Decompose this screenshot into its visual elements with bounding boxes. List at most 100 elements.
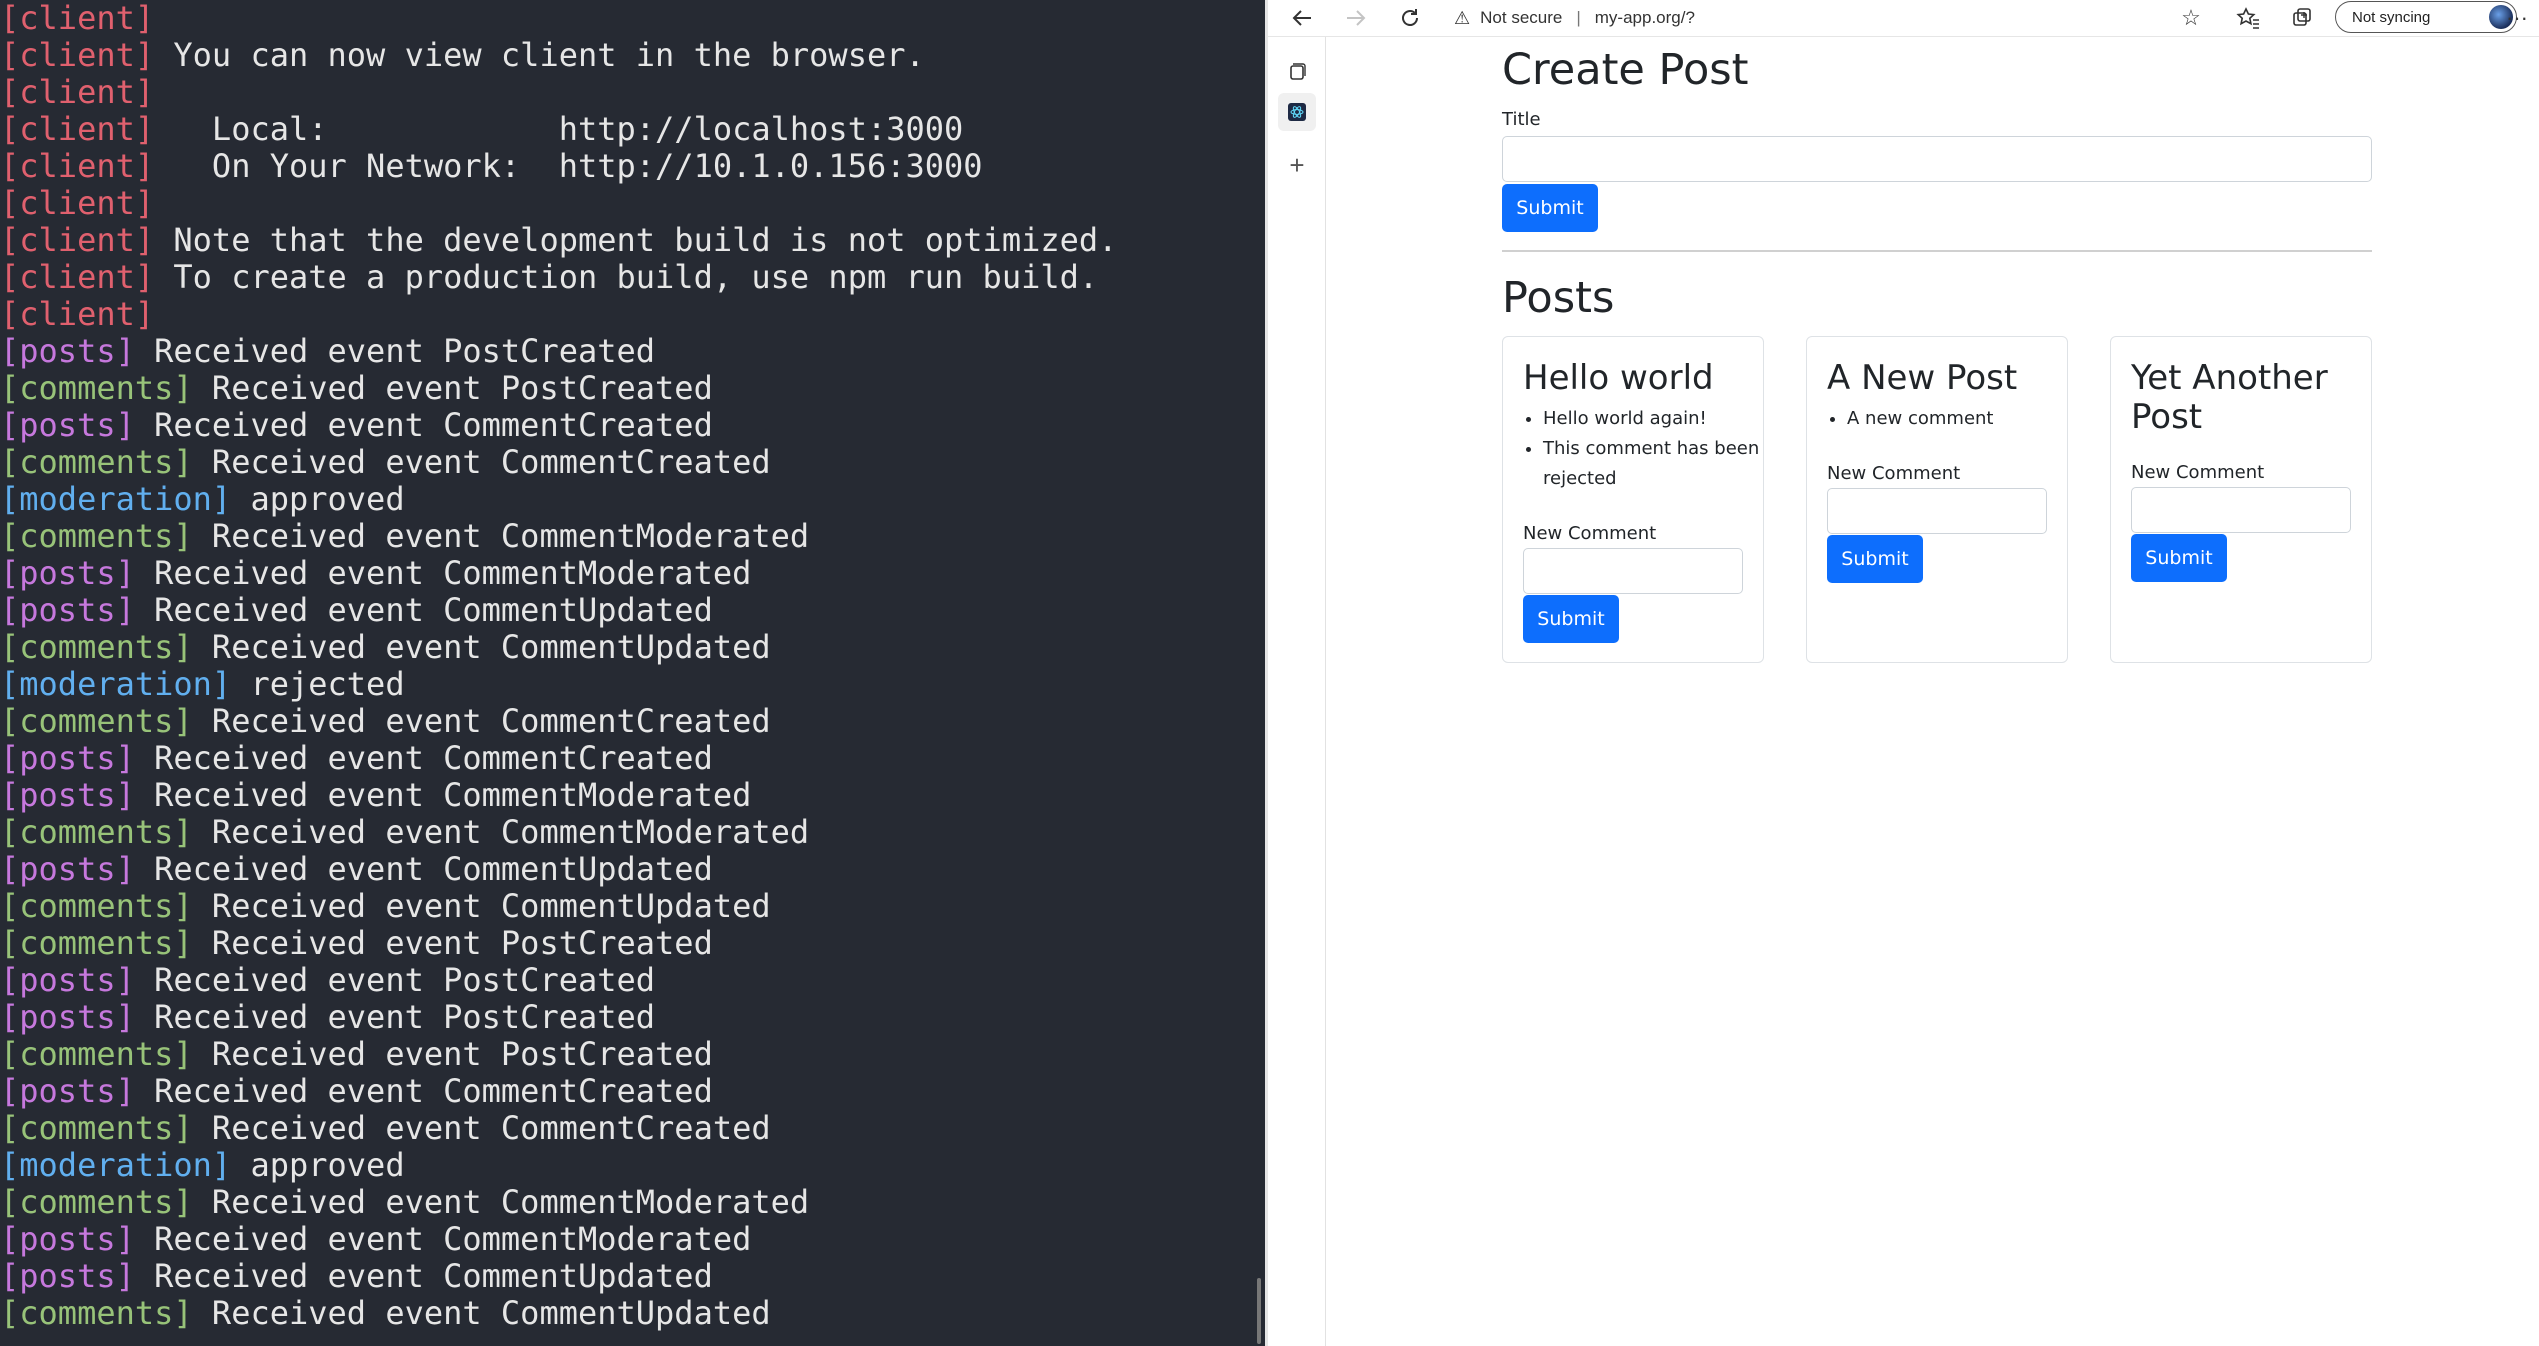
new-comment-label: New Comment bbox=[1523, 523, 1657, 544]
terminal-line: [moderation] approved bbox=[0, 1147, 1117, 1184]
address-bar[interactable]: ⚠ Not secure | my-app.org/? bbox=[1454, 0, 1695, 36]
security-status[interactable]: Not secure bbox=[1480, 8, 1562, 28]
title-input[interactable] bbox=[1502, 136, 2372, 182]
post-title: Yet Another Post bbox=[2131, 358, 2328, 437]
log-message: Received event CommentModerated bbox=[134, 776, 752, 814]
browser-window: ⚠ Not secure | my-app.org/? ☆ Not syncin… bbox=[1268, 0, 2539, 1346]
comment-list: A new comment bbox=[1827, 404, 2067, 434]
terminal-line: [client] bbox=[0, 0, 1117, 37]
terminal-scrollbar[interactable] bbox=[1257, 1278, 1261, 1344]
terminal-line: [posts] Received event CommentModerated bbox=[0, 555, 1117, 592]
comment-submit-button[interactable]: Submit bbox=[1827, 535, 1923, 583]
log-message: Received event CommentUpdated bbox=[134, 1257, 713, 1295]
terminal-line: [posts] Received event CommentCreated bbox=[0, 1073, 1117, 1110]
log-source-tag: [moderation] bbox=[0, 480, 232, 518]
terminal-line: [posts] Received event CommentCreated bbox=[0, 407, 1117, 444]
log-message: Received event PostCreated bbox=[134, 332, 656, 370]
terminal-line: [comments] Received event CommentUpdated bbox=[0, 1295, 1117, 1332]
new-comment-label: New Comment bbox=[1827, 463, 1961, 484]
terminal-panel[interactable]: [client] [client] You can now view client… bbox=[0, 0, 1265, 1346]
terminal-line: [comments] Received event CommentCreated bbox=[0, 703, 1117, 740]
sync-status-label: Not syncing bbox=[2352, 8, 2431, 26]
back-arrow-icon[interactable] bbox=[1282, 0, 1322, 36]
log-message: Received event CommentModerated bbox=[192, 813, 810, 851]
add-favorite-icon[interactable]: ☆ bbox=[2171, 0, 2211, 36]
comment-submit-button[interactable]: Submit bbox=[2131, 534, 2227, 582]
terminal-line: [client] bbox=[0, 296, 1117, 333]
comment-list: Hello world again! This comment has been… bbox=[1523, 404, 1763, 494]
log-source-tag: [posts] bbox=[0, 850, 135, 888]
log-message: Received event PostCreated bbox=[134, 961, 656, 999]
log-source-tag: [client] bbox=[0, 295, 155, 333]
log-message: Received event CommentCreated bbox=[134, 1072, 713, 1110]
log-source-tag: [posts] bbox=[0, 776, 135, 814]
react-devtools-icon[interactable] bbox=[1278, 93, 1316, 131]
post-title: Hello world bbox=[1523, 358, 1714, 398]
log-source-tag: [posts] bbox=[0, 739, 135, 777]
log-message: Received event PostCreated bbox=[192, 924, 713, 962]
refresh-icon[interactable] bbox=[1390, 0, 1430, 36]
add-icon[interactable]: + bbox=[1278, 146, 1316, 184]
profile-sync-button[interactable]: Not syncing bbox=[2335, 1, 2517, 33]
log-message: Note that the development build is not o… bbox=[154, 221, 1118, 259]
favorites-icon[interactable] bbox=[2228, 0, 2268, 36]
terminal-line: [moderation] rejected bbox=[0, 666, 1117, 703]
create-post-submit-button[interactable]: Submit bbox=[1502, 184, 1598, 232]
log-message: Received event CommentUpdated bbox=[192, 1294, 771, 1332]
log-message: Received event CommentUpdated bbox=[134, 850, 713, 888]
log-source-tag: [client] bbox=[0, 110, 155, 148]
post-card: A New Post A new comment New Comment Sub… bbox=[1806, 336, 2068, 663]
log-message: Received event CommentModerated bbox=[192, 1183, 810, 1221]
more-menu-icon[interactable]: ··· bbox=[2497, 0, 2537, 36]
log-source-tag: [posts] bbox=[0, 998, 135, 1036]
web-page: Create Post Title Submit Posts Hello wor… bbox=[1326, 37, 2539, 1346]
terminal-line: [posts] Received event PostCreated bbox=[0, 962, 1117, 999]
tab-actions-icon[interactable] bbox=[1278, 53, 1316, 91]
log-source-tag: [posts] bbox=[0, 591, 135, 629]
post-card: Hello world Hello world again! This comm… bbox=[1502, 336, 1764, 663]
log-source-tag: [comments] bbox=[0, 924, 193, 962]
log-message: approved bbox=[231, 480, 405, 518]
log-source-tag: [comments] bbox=[0, 369, 193, 407]
log-message: You can now view client in the browser. bbox=[154, 36, 925, 74]
log-source-tag: [posts] bbox=[0, 1220, 135, 1258]
terminal-line: [posts] Received event CommentUpdated bbox=[0, 592, 1117, 629]
collections-icon[interactable] bbox=[2282, 0, 2322, 36]
terminal-line: [client] Note that the development build… bbox=[0, 222, 1117, 259]
vertical-tab-sidebar: + bbox=[1268, 37, 1326, 1346]
terminal-line: [moderation] approved bbox=[0, 481, 1117, 518]
post-title: A New Post bbox=[1827, 358, 2018, 398]
posts-heading: Posts bbox=[1502, 273, 1615, 323]
log-message: Received event CommentCreated bbox=[192, 443, 771, 481]
terminal-line: [posts] Received event PostCreated bbox=[0, 333, 1117, 370]
terminal-line: [client] bbox=[0, 74, 1117, 111]
terminal-line: [client] On Your Network: http://10.1.0.… bbox=[0, 148, 1117, 185]
post-card: Yet Another Post New Comment Submit bbox=[2110, 336, 2372, 663]
browser-toolbar: ⚠ Not secure | my-app.org/? ☆ Not syncin… bbox=[1268, 0, 2539, 37]
terminal-line: [comments] Received event PostCreated bbox=[0, 1036, 1117, 1073]
log-message: Received event CommentCreated bbox=[192, 702, 771, 740]
warning-icon[interactable]: ⚠ bbox=[1454, 8, 1470, 29]
forward-arrow-icon[interactable] bbox=[1336, 0, 1376, 36]
comment-submit-button[interactable]: Submit bbox=[1523, 595, 1619, 643]
log-message: Received event CommentUpdated bbox=[192, 628, 771, 666]
terminal-line: [posts] Received event CommentUpdated bbox=[0, 1258, 1117, 1295]
log-message: Received event PostCreated bbox=[134, 998, 656, 1036]
log-source-tag: [client] bbox=[0, 36, 155, 74]
log-message: Received event CommentModerated bbox=[134, 554, 752, 592]
log-source-tag: [comments] bbox=[0, 443, 193, 481]
create-post-heading: Create Post bbox=[1502, 45, 1749, 95]
log-source-tag: [posts] bbox=[0, 554, 135, 592]
log-source-tag: [comments] bbox=[0, 1109, 193, 1147]
log-source-tag: [comments] bbox=[0, 1294, 193, 1332]
comment-item: This comment has been rejected bbox=[1543, 434, 1763, 494]
url-text[interactable]: my-app.org/? bbox=[1595, 8, 1695, 28]
terminal-line: [client] Local: http://localhost:3000 bbox=[0, 111, 1117, 148]
new-comment-input[interactable] bbox=[1827, 488, 2047, 534]
new-comment-input[interactable] bbox=[2131, 487, 2351, 533]
terminal-line: [comments] Received event PostCreated bbox=[0, 925, 1117, 962]
terminal-line: [posts] Received event CommentUpdated bbox=[0, 851, 1117, 888]
log-source-tag: [comments] bbox=[0, 628, 193, 666]
new-comment-input[interactable] bbox=[1523, 548, 1743, 594]
terminal-line: [comments] Received event CommentModerat… bbox=[0, 518, 1117, 555]
